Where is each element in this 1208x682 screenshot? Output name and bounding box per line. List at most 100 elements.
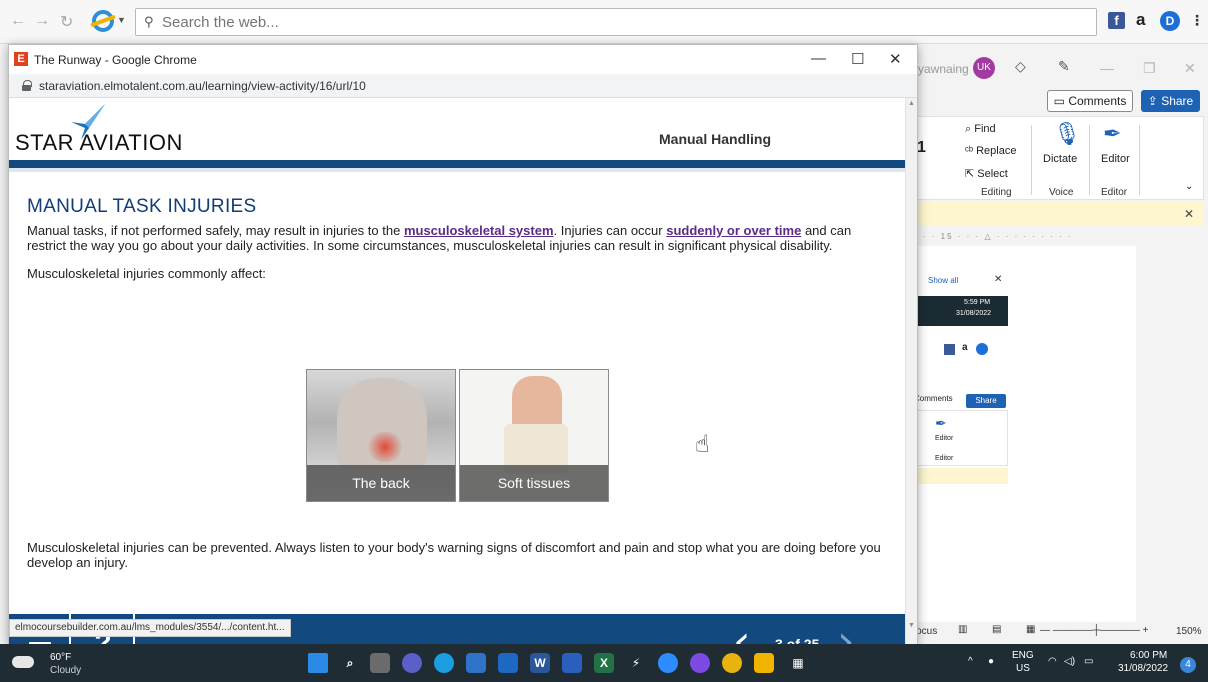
next-page-icon[interactable]: › [837, 620, 855, 646]
web-layout-icon[interactable]: ▦ [1026, 624, 1035, 635]
cloud-icon[interactable] [12, 656, 34, 668]
excel-icon[interactable]: X [594, 653, 614, 673]
word-ribbon: 1 ⌕ Find ᶜᵇ Replace ⇱ Select Editing 🎙 D… [914, 116, 1204, 200]
close-icon[interactable]: ✕ [1184, 60, 1196, 77]
more-menu-icon[interactable]: ⋮ [1190, 12, 1204, 29]
volume-icon[interactable]: ◁) [1064, 656, 1075, 667]
weather-temperature[interactable]: 60°F [50, 652, 71, 663]
wifi-icon[interactable]: ◠ [1048, 656, 1057, 667]
mini-taskbar: 5:59 PM 31/08/2022 [914, 296, 1008, 326]
language-label[interactable]: ENG [1012, 650, 1034, 661]
close-button[interactable]: ✕ [889, 50, 902, 68]
forward-arrow-icon[interactable]: → [34, 12, 50, 30]
soft-tissues-tile[interactable]: Soft tissues [459, 369, 609, 502]
affect-paragraph: Musculoskeletal injuries commonly affect… [27, 266, 266, 281]
store-icon[interactable] [466, 653, 486, 673]
close-icon[interactable]: ✕ [994, 274, 1002, 285]
avatar[interactable]: UK [973, 57, 995, 79]
web-search-box[interactable]: ⚲ [135, 8, 1097, 36]
microphone-icon[interactable]: 🎙 [1053, 121, 1081, 147]
minimize-icon[interactable]: — [1100, 60, 1114, 76]
region-label[interactable]: US [1016, 663, 1030, 674]
battery-icon[interactable]: ▭ [1084, 656, 1093, 667]
zoom-icon[interactable] [658, 653, 678, 673]
read-mode-icon[interactable]: ▥ [958, 624, 967, 635]
address-bar[interactable]: staraviation.elmotalent.com.au/learning/… [9, 74, 917, 98]
minimize-button[interactable]: — [811, 50, 826, 67]
chat-icon[interactable] [402, 653, 422, 673]
reload-icon[interactable]: ↻ [60, 12, 73, 32]
maximize-button[interactable]: ☐ [851, 50, 864, 68]
musculoskeletal-link[interactable]: musculoskeletal system [404, 223, 554, 238]
d-extension-icon[interactable]: D [1160, 11, 1180, 31]
zoom-level: 150% [1176, 626, 1202, 637]
scroll-down-icon[interactable]: ▼ [908, 622, 915, 629]
edge-icon[interactable] [434, 653, 454, 673]
file-explorer-icon[interactable] [754, 653, 774, 673]
course-header: STAR AVIATION Manual Handling [9, 98, 905, 160]
back-arrow-icon[interactable]: ← [10, 12, 26, 30]
voice-group-label: Voice [1049, 187, 1074, 198]
tile-caption: The back [307, 465, 455, 501]
replace-label: Replace [976, 145, 1017, 157]
back-tile[interactable]: The back [306, 369, 456, 502]
mini-extension-bar: a [914, 342, 1008, 362]
share-button[interactable]: ⇪ Share [1141, 90, 1200, 112]
zoom-slider[interactable]: — ————┼———— + [1040, 625, 1160, 636]
ribbon-divider [1139, 125, 1140, 195]
snip-tool-icon[interactable]: ▦ [788, 653, 808, 673]
start-icon[interactable] [308, 653, 328, 673]
window-title: The Runway - Google Chrome [34, 53, 197, 67]
editor-icon[interactable]: ✒ [1103, 121, 1121, 147]
module-title: Manual Handling [659, 131, 771, 147]
ribbon-expand-icon[interactable]: ⌄ [1185, 181, 1193, 192]
word-icon[interactable]: W [530, 653, 550, 673]
tray-app-icon[interactable]: ● [988, 656, 994, 667]
weather-condition[interactable]: Cloudy [50, 665, 81, 676]
clock-date[interactable]: 31/08/2022 [1118, 663, 1168, 674]
ribbon-divider [1031, 125, 1032, 195]
course-popup-window: E The Runway - Google Chrome — ☐ ✕ stara… [8, 44, 918, 646]
app-icon[interactable] [690, 653, 710, 673]
task-view-icon[interactable] [370, 653, 390, 673]
power-automate-icon[interactable]: ⚡ [626, 653, 646, 673]
comments-button[interactable]: ▭ Comments [1047, 90, 1133, 112]
clock-time[interactable]: 6:00 PM [1130, 650, 1167, 661]
pen-icon[interactable]: ✎ [1058, 58, 1070, 75]
dictate-button[interactable]: Dictate [1043, 153, 1077, 165]
select-button[interactable]: ⇱ Select [965, 167, 1008, 180]
lock-icon [22, 80, 32, 91]
d-icon [976, 343, 988, 355]
header-divider [9, 168, 905, 172]
search-input[interactable] [162, 12, 1062, 32]
tray-chevron-icon[interactable]: ^ [968, 656, 973, 667]
planner-icon[interactable] [562, 653, 582, 673]
editor-button[interactable]: Editor [1101, 153, 1130, 165]
caret-down-icon[interactable]: ▼ [117, 15, 126, 25]
show-all-link[interactable]: Show all [928, 276, 958, 285]
pain-highlight [365, 432, 405, 462]
browser-logo-icon[interactable] [92, 10, 114, 32]
amazon-extension-icon[interactable]: a [1136, 10, 1145, 30]
sudden-link[interactable]: suddenly or over time [666, 223, 801, 238]
hand-cursor-icon: ☝ [695, 431, 710, 458]
section-heading: MANUAL TASK INJURIES [27, 196, 257, 217]
close-icon[interactable]: ✕ [1184, 207, 1194, 221]
previous-page-icon[interactable]: ‹ [733, 620, 751, 646]
search-icon[interactable]: ⌕ [340, 653, 360, 673]
restore-icon[interactable]: ❐ [1143, 60, 1156, 77]
cursor-icon: ⇱ [965, 168, 975, 180]
notification-badge[interactable]: 4 [1180, 657, 1196, 673]
diamond-icon[interactable]: ◇ [1015, 58, 1026, 75]
scroll-up-icon[interactable]: ▲ [908, 100, 915, 107]
chrome-icon[interactable] [722, 653, 742, 673]
share-label: Share [1161, 94, 1194, 108]
mini-share: Share [966, 394, 1006, 408]
replace-button[interactable]: ᶜᵇ Replace [965, 145, 1016, 157]
vertical-scrollbar[interactable]: ▲ ▼ [905, 98, 917, 645]
find-button[interactable]: ⌕ Find [965, 123, 996, 136]
intro-text-2: . Injuries can occur [553, 223, 667, 238]
mail-icon[interactable] [498, 653, 518, 673]
facebook-extension-icon[interactable]: f [1108, 12, 1125, 29]
print-layout-icon[interactable]: ▤ [992, 624, 1001, 635]
